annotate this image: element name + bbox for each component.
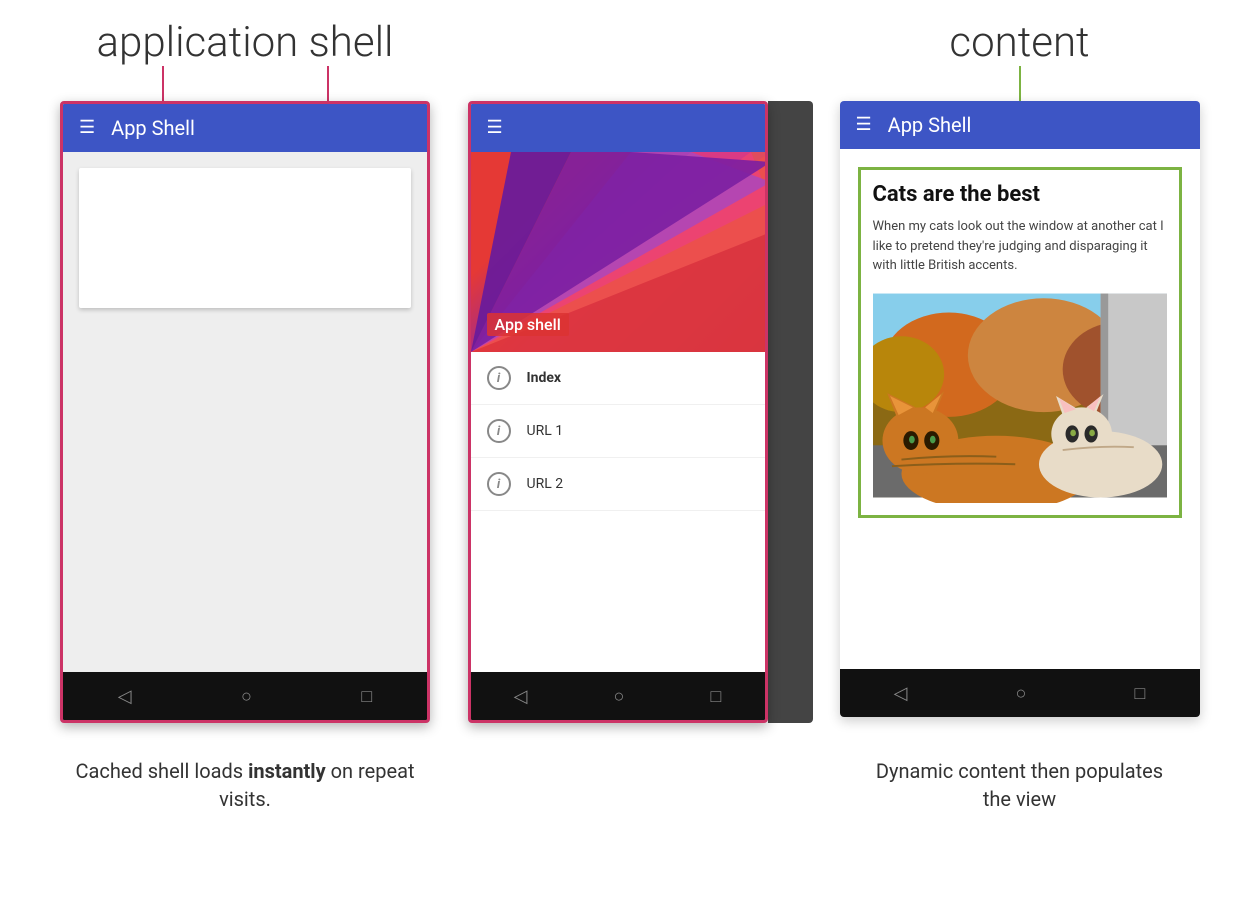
drawer-item-label-url1: URL 1 — [527, 423, 564, 439]
caption-bold: instantly — [248, 759, 326, 783]
content-label: content — [949, 20, 1089, 66]
caption-before: Cached shell loads — [76, 759, 249, 783]
left-arrow-line-1 — [162, 66, 164, 101]
cat-image-svg — [873, 288, 1167, 503]
right-label-container: content — [820, 20, 1219, 66]
right-phone: ☰ App Shell Cats are the best When my ca… — [840, 101, 1200, 717]
right-toolbar-title: App Shell — [888, 113, 972, 137]
phones-row: ☰ App Shell ◁ ○ □ ☰ — [30, 101, 1219, 723]
captions-row: Cached shell loads instantly on repeat v… — [30, 739, 1219, 813]
right-phone-navbar: ◁ ○ □ — [840, 669, 1200, 717]
info-icon-url1: i — [487, 419, 511, 443]
drawer-header-image: App shell — [471, 152, 765, 352]
application-shell-label: application shell — [97, 20, 394, 66]
middle-phone-wrapper: ☰ — [468, 101, 813, 723]
cat-image-container — [873, 288, 1167, 503]
right-caption-col: Dynamic content then populates the view — [820, 739, 1219, 813]
middle-recent-icon: □ — [711, 686, 722, 707]
middle-home-icon: ○ — [614, 686, 625, 707]
left-phone: ☰ App Shell ◁ ○ □ — [60, 101, 430, 723]
left-toolbar-title: App Shell — [111, 116, 195, 140]
main-layout: application shell content — [30, 20, 1219, 66]
middle-back-icon: ◁ — [514, 686, 528, 707]
drawer-item-index: i Index — [471, 352, 765, 405]
drawer-item-url1: i URL 1 — [471, 405, 765, 458]
info-icon-index: i — [487, 366, 511, 390]
labels-row: application shell content — [30, 20, 1219, 66]
content-title: Cats are the best — [873, 182, 1167, 207]
right-connector — [820, 66, 1219, 101]
dark-side-panel — [768, 101, 813, 723]
connectors-row — [30, 66, 1219, 101]
right-caption: Dynamic content then populates the view — [870, 757, 1170, 813]
hamburger-icon: ☰ — [79, 119, 95, 137]
right-phone-content: Cats are the best When my cats look out … — [840, 149, 1200, 669]
left-caption: Cached shell loads instantly on repeat v… — [55, 757, 435, 813]
back-icon: ◁ — [118, 686, 132, 707]
middle-phone-col: ☰ — [460, 101, 820, 723]
left-caption-col: Cached shell loads instantly on repeat v… — [30, 739, 460, 813]
drawer-item-label-url2: URL 2 — [527, 476, 564, 492]
right-arrow-line — [1019, 66, 1021, 101]
recent-icon: □ — [361, 686, 372, 707]
middle-connector — [460, 66, 820, 101]
right-phone-toolbar: ☰ App Shell — [840, 101, 1200, 149]
middle-phone-toolbar: ☰ — [471, 104, 765, 152]
right-back-icon: ◁ — [894, 683, 908, 704]
drawer-app-label: App shell — [487, 313, 569, 336]
middle-phone: ☰ — [468, 101, 768, 723]
home-icon: ○ — [241, 686, 252, 707]
drawer-item-url2: i URL 2 — [471, 458, 765, 511]
left-phone-toolbar: ☰ App Shell — [63, 104, 427, 152]
left-label-container: application shell — [30, 20, 460, 66]
middle-phone-content: App shell i Index i URL 1 i — [471, 152, 765, 672]
right-home-icon: ○ — [1016, 683, 1027, 704]
left-connector — [30, 66, 460, 101]
left-phone-col: ☰ App Shell ◁ ○ □ — [30, 101, 460, 723]
middle-caption-col — [460, 739, 820, 813]
middle-phone-navbar: ◁ ○ □ — [471, 672, 765, 720]
left-phone-navbar: ◁ ○ □ — [63, 672, 427, 720]
right-phone-col: ☰ App Shell Cats are the best When my ca… — [820, 101, 1219, 717]
content-green-box: Cats are the best When my cats look out … — [858, 167, 1182, 518]
right-recent-icon: □ — [1135, 683, 1146, 704]
right-hamburger-icon: ☰ — [856, 116, 872, 134]
left-arrow-line-2 — [327, 66, 329, 101]
drawer-item-label-index: Index — [527, 370, 562, 386]
middle-hamburger-icon: ☰ — [487, 119, 503, 137]
content-placeholder-card — [79, 168, 411, 308]
info-icon-url2: i — [487, 472, 511, 496]
content-text: When my cats look out the window at anot… — [873, 217, 1167, 276]
drawer-list: i Index i URL 1 i URL 2 — [471, 352, 765, 672]
left-phone-content — [63, 152, 427, 672]
